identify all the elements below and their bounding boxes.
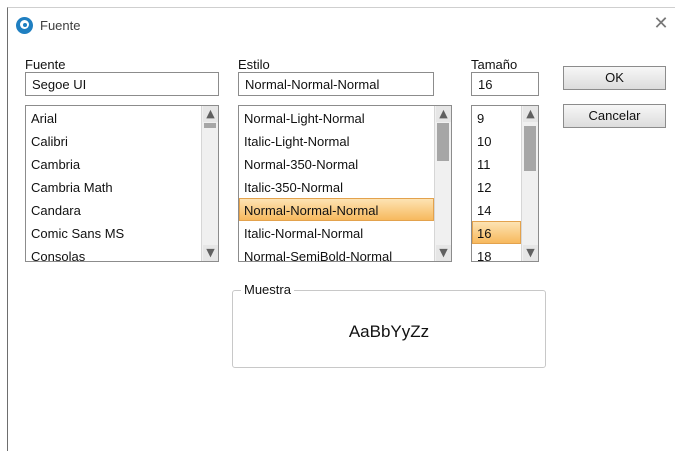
scroll-thumb[interactable] (204, 123, 216, 128)
style-list-item[interactable]: Italic-Light-Normal (239, 129, 434, 152)
sample-preview-text: AaBbYyZz (348, 322, 430, 341)
ok-button[interactable]: OK (563, 66, 666, 90)
font-list-item[interactable]: Cambria Math (26, 175, 201, 198)
size-input[interactable]: 16 (471, 72, 539, 96)
scroll-up-icon[interactable]: ▲ (523, 106, 538, 122)
style-list-items: Normal-Light-Normal Italic-Light-Normal No… (239, 106, 434, 261)
size-list-item[interactable]: 10 (472, 129, 521, 152)
font-list-scrollbar[interactable]: ▲ ▼ (201, 106, 218, 261)
font-dialog: Fuente ✕ Fuente Segoe UI Arial Calibri Cam… (7, 7, 675, 451)
font-list[interactable]: Arial Calibri Cambria Cambria Math Candara Co… (25, 105, 219, 262)
style-input[interactable]: Normal-Normal-Normal (238, 72, 434, 96)
app-icon (16, 17, 33, 34)
font-list-item[interactable]: Calibri (26, 129, 201, 152)
font-list-item[interactable]: Arial (26, 106, 201, 129)
style-list[interactable]: Normal-Light-Normal Italic-Light-Normal No… (238, 105, 452, 262)
scroll-up-icon[interactable]: ▲ (436, 106, 451, 122)
scroll-thumb[interactable] (524, 126, 536, 171)
size-list-items: 9 10 11 12 14 16 18 (472, 106, 521, 261)
style-list-item[interactable]: Normal-SemiBold-Normal (239, 244, 434, 261)
font-list-item[interactable]: Consolas (26, 244, 201, 261)
size-list-scrollbar[interactable]: ▲ ▼ (521, 106, 538, 261)
scroll-thumb[interactable] (437, 123, 449, 161)
sample-label: Muestra (241, 282, 294, 297)
font-list-item[interactable]: Comic Sans MS (26, 221, 201, 244)
title-bar: Fuente ✕ (8, 8, 675, 42)
cancel-button[interactable]: Cancelar (563, 104, 666, 128)
size-list-item[interactable]: 14 (472, 198, 521, 221)
style-list-item[interactable]: Normal-Light-Normal (239, 106, 434, 129)
style-list-item[interactable]: Italic-350-Normal (239, 175, 434, 198)
scroll-down-icon[interactable]: ▼ (203, 245, 218, 261)
font-list-item[interactable]: Candara (26, 198, 201, 221)
font-label: Fuente (25, 57, 66, 72)
font-input[interactable]: Segoe UI (25, 72, 219, 96)
style-list-item[interactable]: Normal-350-Normal (239, 152, 434, 175)
style-list-scrollbar[interactable]: ▲ ▼ (434, 106, 451, 261)
size-list-item[interactable]: 9 (472, 106, 521, 129)
scroll-down-icon[interactable]: ▼ (436, 245, 451, 261)
font-list-item[interactable]: Cambria (26, 152, 201, 175)
size-list-item[interactable]: 16 (472, 221, 521, 244)
style-label: Estilo (238, 57, 270, 72)
size-list[interactable]: 9 10 11 12 14 16 18 ▲ ▼ (471, 105, 539, 262)
style-list-item[interactable]: Italic-Normal-Normal (239, 221, 434, 244)
scroll-up-icon[interactable]: ▲ (203, 106, 218, 122)
sample-groupbox: Muestra AaBbYyZz (232, 282, 546, 368)
window-title: Fuente (40, 18, 81, 33)
size-label: Tamaño (471, 57, 518, 72)
scroll-down-icon[interactable]: ▼ (523, 245, 538, 261)
size-list-item[interactable]: 11 (472, 152, 521, 175)
font-list-items: Arial Calibri Cambria Cambria Math Candara Co… (26, 106, 201, 261)
style-list-item[interactable]: Normal-Normal-Normal (239, 198, 434, 221)
size-list-item[interactable]: 18 (472, 244, 521, 261)
size-list-item[interactable]: 12 (472, 175, 521, 198)
close-icon[interactable]: ✕ (651, 14, 671, 34)
